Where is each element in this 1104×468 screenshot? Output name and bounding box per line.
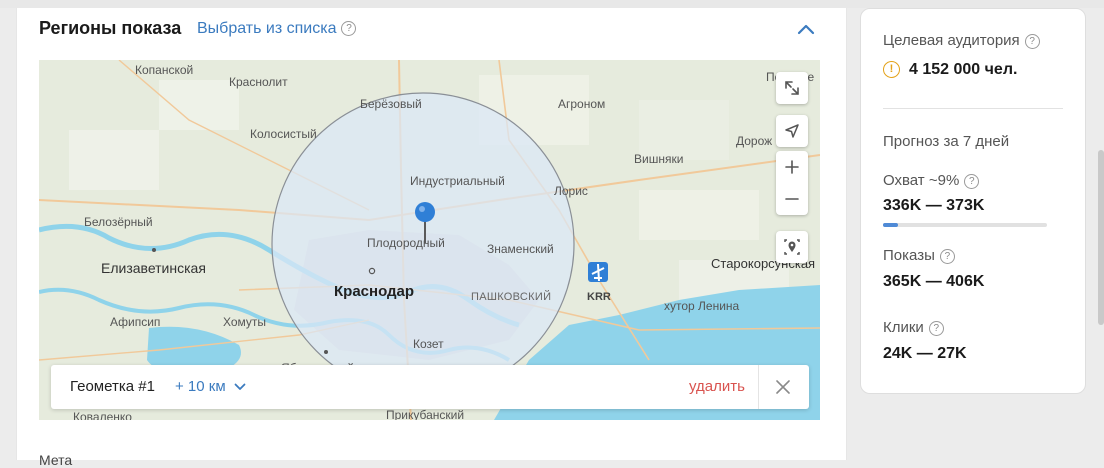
map-label: Вишняки	[634, 152, 684, 166]
map-label: Белозёрный	[84, 215, 153, 229]
location-pick-button[interactable]	[776, 231, 808, 263]
pin-select-icon	[784, 239, 800, 255]
help-icon[interactable]: ?	[928, 320, 944, 336]
map-label: Прикубанский	[386, 408, 465, 420]
impressions-label-row: Показы?	[883, 247, 955, 264]
map-label: Колосистый	[250, 127, 317, 141]
chevron-down-icon	[234, 383, 246, 390]
map-label: Копанской	[135, 63, 194, 77]
map-label-krasnodar: Краснодар	[334, 283, 415, 300]
zoom-controls	[776, 151, 808, 215]
close-icon[interactable]	[771, 375, 795, 399]
divider	[758, 365, 759, 409]
help-icon[interactable]: ?	[964, 173, 980, 189]
radius-value: + 10 км	[175, 378, 226, 395]
next-section-label: Мета	[39, 452, 73, 468]
map-label: Хомуты	[223, 315, 267, 329]
clicks-label: Клики	[883, 319, 924, 336]
divider	[883, 108, 1063, 109]
clicks-value: 24K — 27K	[883, 345, 967, 362]
regions-panel: Регионы показа Выбрать из списка? Копанс…	[16, 8, 847, 468]
choose-from-list-link[interactable]: Выбрать из списка?	[197, 20, 357, 38]
zoom-in-button[interactable]	[776, 151, 808, 183]
map-label: Дорож	[736, 134, 773, 148]
zoom-out-button[interactable]	[776, 183, 808, 215]
geometry-bar: Геометка #1 + 10 км удалить	[51, 365, 809, 409]
help-icon[interactable]: ?	[341, 21, 357, 37]
reach-value: 336K — 373K	[883, 197, 985, 214]
map-label: Плодородный	[367, 236, 445, 250]
geometry-name: Геометка #1	[70, 378, 155, 395]
audience-label: Целевая аудитория	[883, 32, 1020, 49]
clicks-label-row: Клики?	[883, 319, 944, 336]
fullscreen-button[interactable]	[776, 72, 808, 104]
geolocation-button[interactable]	[776, 115, 808, 147]
map-label: Коваленко	[73, 410, 132, 420]
map-label: Лорис	[554, 184, 588, 198]
plus-icon	[785, 160, 799, 174]
reach-progress-bar	[883, 223, 1047, 227]
audience-value: 4 152 000 чел.	[909, 61, 1018, 78]
help-icon[interactable]: ?	[1024, 33, 1040, 49]
map-label: KRR	[587, 291, 611, 303]
map-label: Агроном	[558, 97, 606, 111]
map-label: ПАШКОВСКИЙ	[471, 291, 552, 303]
map-label: Берёзовый	[360, 97, 422, 111]
map-label: хутор Ленина	[664, 299, 740, 313]
map-label: Знаменский	[487, 242, 554, 256]
expand-icon	[785, 81, 799, 95]
choose-from-list-label: Выбрать из списка	[197, 20, 337, 37]
reach-progress-fill	[883, 223, 898, 227]
impressions-label: Показы	[883, 247, 935, 264]
forecast-title: Прогноз за 7 дней	[883, 133, 1010, 150]
minus-icon	[785, 198, 799, 200]
chevron-up-icon[interactable]	[795, 22, 817, 36]
navigation-arrow-icon	[785, 124, 799, 138]
audience-label-row: Целевая аудитория?	[883, 32, 1040, 49]
audience-card: Целевая аудитория? ! 4 152 000 чел. Прогн…	[860, 8, 1086, 394]
reach-label-row: Охват ~9%?	[883, 172, 980, 189]
map-label: Краснолит	[229, 75, 288, 89]
map-label: Козет	[413, 337, 444, 351]
section-title: Регионы показа	[39, 18, 182, 38]
impressions-value: 365K — 406K	[883, 273, 985, 290]
scrollbar[interactable]	[1098, 150, 1104, 325]
map-label: Афипсип	[110, 315, 161, 329]
reach-label: Охват ~9%	[883, 172, 960, 189]
warning-icon: !	[883, 61, 900, 79]
help-icon[interactable]: ?	[939, 248, 955, 264]
delete-geometry-button[interactable]: удалить	[689, 378, 745, 395]
map-label: Елизаветинская	[101, 260, 206, 276]
audience-value-row: ! 4 152 000 чел.	[883, 61, 1017, 79]
radius-dropdown[interactable]: + 10 км	[175, 378, 246, 395]
map-label: Индустриальный	[410, 174, 505, 188]
top-strip	[0, 0, 1104, 8]
